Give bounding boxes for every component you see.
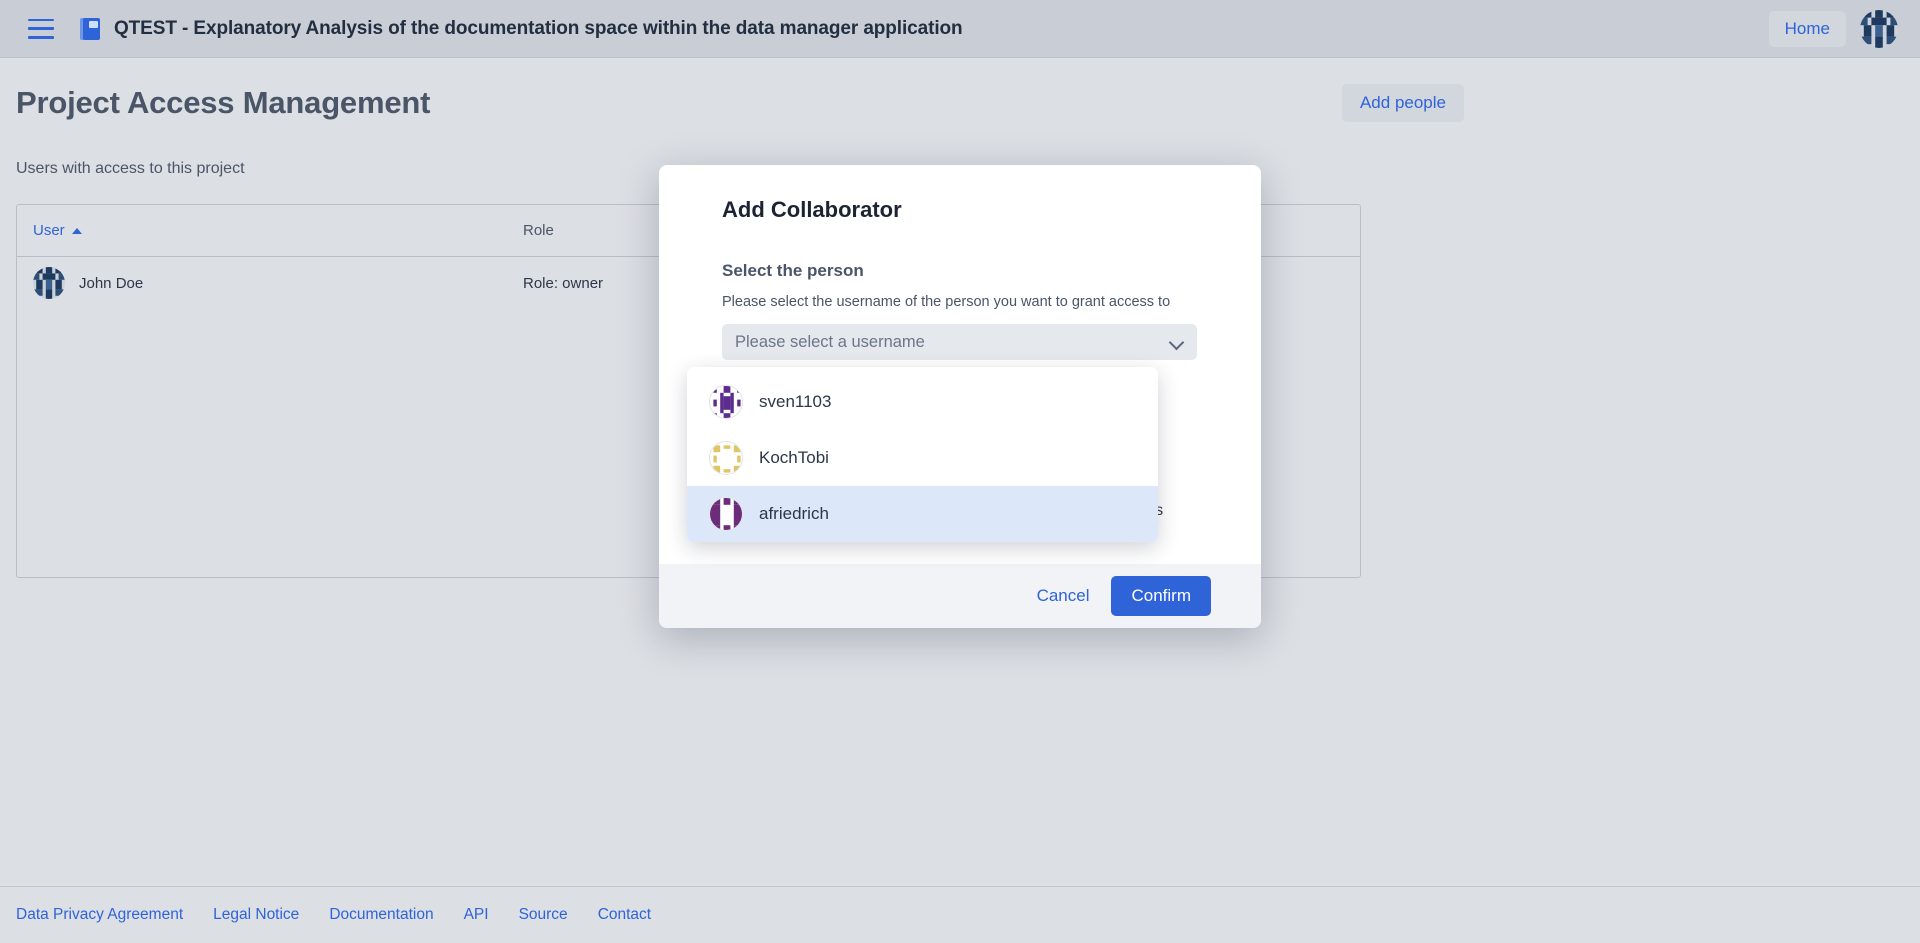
footer-link-legal-notice[interactable]: Legal Notice [213, 906, 299, 924]
notebook-label [89, 21, 98, 28]
add-collaborator-dialog: Add Collaborator Select the person Pleas… [659, 165, 1261, 628]
hamburger-line [28, 27, 54, 30]
dropdown-option-kochtobi[interactable]: KochTobi [687, 430, 1158, 486]
dialog-body: Add Collaborator Select the person Pleas… [659, 165, 1261, 564]
sort-ascending-icon [72, 228, 82, 234]
identicon-svg [710, 386, 743, 419]
username-dropdown-list: sven1103 [687, 367, 1158, 542]
dropdown-option-afriedrich[interactable]: afriedrich [687, 486, 1158, 542]
hamburger-line [28, 36, 54, 39]
chevron-down-icon[interactable] [1170, 335, 1184, 349]
user-avatar-identicon[interactable] [1860, 10, 1898, 48]
identicon-svg [33, 267, 65, 299]
avatar [709, 385, 743, 419]
column-header-user-label: User [33, 222, 65, 239]
identicon-svg [710, 442, 743, 475]
confirm-button[interactable]: Confirm [1111, 576, 1211, 616]
table-cell-user-name: John Doe [79, 275, 143, 292]
notebook-icon [80, 17, 100, 41]
username-select-placeholder: Please select a username [735, 333, 1170, 352]
avatar [33, 267, 65, 299]
column-header-user[interactable]: User [17, 222, 507, 239]
section-title-select-person: Select the person [722, 261, 1198, 281]
avatar [709, 441, 743, 475]
cancel-button[interactable]: Cancel [1033, 580, 1094, 612]
avatar [709, 497, 743, 531]
dropdown-option-label: afriedrich [759, 504, 829, 524]
footer-link-data-privacy-agreement[interactable]: Data Privacy Agreement [16, 906, 183, 924]
table-cell-user: John Doe [17, 267, 507, 299]
dialog-footer: Cancel Confirm [659, 564, 1261, 628]
footer-link-contact[interactable]: Contact [598, 906, 651, 924]
home-button[interactable]: Home [1769, 11, 1846, 47]
page-header: Project Access Management Add people [16, 58, 1904, 122]
page-footer: Data Privacy Agreement Legal Notice Docu… [0, 886, 1920, 943]
hamburger-menu-icon[interactable] [28, 19, 54, 39]
dialog-title: Add Collaborator [722, 197, 1198, 223]
dropdown-option-label: KochTobi [759, 448, 829, 468]
footer-link-source[interactable]: Source [519, 906, 568, 924]
footer-link-api[interactable]: API [464, 906, 489, 924]
app-title: QTEST - Explanatory Analysis of the docu… [114, 18, 963, 40]
dropdown-option-sven1103[interactable]: sven1103 [687, 374, 1158, 430]
dropdown-option-label: sven1103 [759, 392, 831, 412]
identicon-svg [710, 498, 743, 531]
page-title: Project Access Management [16, 85, 430, 121]
identicon-svg [1860, 10, 1898, 48]
top-bar: QTEST - Explanatory Analysis of the docu… [0, 0, 1920, 58]
add-people-button[interactable]: Add people [1342, 84, 1464, 122]
footer-link-documentation[interactable]: Documentation [329, 906, 433, 924]
username-select[interactable]: Please select a username [722, 324, 1197, 360]
column-header-role-label: Role [523, 222, 554, 239]
section-description: Please select the username of the person… [722, 294, 1198, 310]
hamburger-line [28, 19, 54, 22]
